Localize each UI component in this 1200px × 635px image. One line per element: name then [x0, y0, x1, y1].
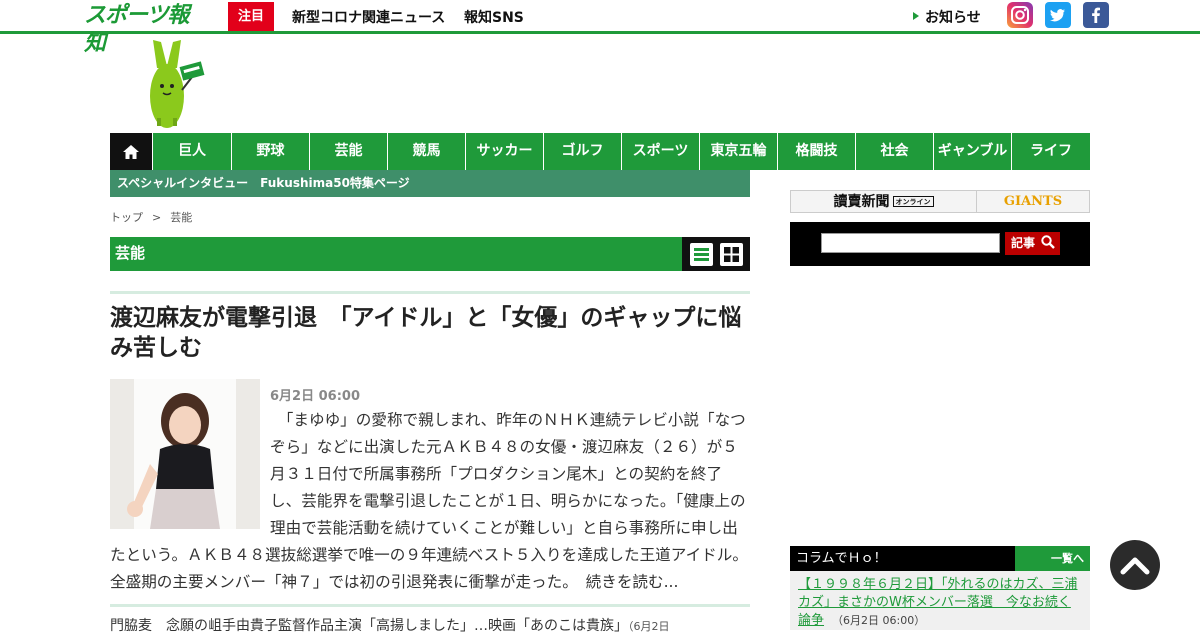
- breadcrumb-current[interactable]: 芸能: [170, 211, 192, 224]
- breadcrumb-top[interactable]: トップ: [110, 211, 143, 224]
- category-title: 芸能: [115, 244, 146, 262]
- triangle-icon: [913, 12, 919, 20]
- article-date: 6月2日 06:00: [270, 389, 360, 404]
- read-more-link[interactable]: 続きを読む...: [586, 573, 679, 591]
- related-article[interactable]: 門脇麦 念願の岨手由貴子監督作品主演「高揚しました」…映画「あのこは貴族」（6月…: [110, 615, 750, 635]
- corona-news-link[interactable]: 新型コロナ関連ニュース: [292, 7, 445, 27]
- notice-label: お知らせ: [925, 10, 981, 26]
- photo-spacer: [110, 407, 270, 529]
- nav-item-entertainment[interactable]: 芸能: [310, 133, 388, 170]
- column-title: コラムでＨｏ！: [796, 551, 887, 566]
- nav-item-soccer[interactable]: サッカー: [466, 133, 544, 170]
- breadcrumb-separator: >: [152, 211, 162, 224]
- nav-item-baseball[interactable]: 野球: [232, 133, 310, 170]
- special-interview-link[interactable]: スペシャルインタビュー Fukushima50特集ページ: [110, 170, 750, 197]
- online-badge: オンライン: [892, 196, 934, 207]
- partner-banner: 讀賣新聞 オンライン GIANTS: [790, 190, 1090, 213]
- instagram-icon[interactable]: [1007, 2, 1033, 28]
- home-button[interactable]: [110, 133, 153, 170]
- column-header: コラムでＨｏ！ 一覧へ: [790, 546, 1090, 571]
- nav-item-giants[interactable]: 巨人: [153, 133, 232, 170]
- column-article-date: （6月2日 06:00）: [832, 614, 926, 627]
- nav-item-life[interactable]: ライフ: [1012, 133, 1090, 170]
- breadcrumb: トップ > 芸能: [110, 209, 192, 225]
- search-input[interactable]: [821, 233, 1000, 253]
- yomiuri-link[interactable]: 讀賣新聞 オンライン: [791, 191, 977, 212]
- article-body: 「まゆゆ」の愛称で親しまれ、昨年のＮＨＫ連続テレビ小説「なつぞら」などに出演した…: [110, 407, 750, 596]
- column-more-link[interactable]: 一覧へ: [1015, 546, 1090, 571]
- column-entry: 【１９９８年６月２日】「外れるのはカズ、三浦カズ」まさかのW杯メンバー落選 今な…: [790, 571, 1090, 630]
- nav-item-golf[interactable]: ゴルフ: [544, 133, 622, 170]
- attention-badge: 注目: [228, 2, 274, 31]
- nav-item-gamble[interactable]: ギャンブル: [934, 133, 1012, 170]
- site-logo[interactable]: スポーツ報知: [84, 2, 209, 56]
- list-icon: [693, 247, 709, 261]
- notice-link[interactable]: お知らせ: [913, 7, 981, 27]
- facebook-icon[interactable]: [1083, 2, 1109, 28]
- mascot-image: [145, 38, 207, 130]
- grid-view-button[interactable]: [719, 242, 743, 266]
- nav-item-sports[interactable]: スポーツ: [622, 133, 700, 170]
- scroll-to-top-button[interactable]: [1110, 540, 1160, 590]
- category-header: 芸能: [110, 237, 750, 271]
- giants-link[interactable]: GIANTS: [977, 191, 1089, 212]
- twitter-icon[interactable]: [1045, 2, 1071, 28]
- view-toggle: [682, 237, 750, 271]
- divider: [110, 604, 750, 607]
- hochi-sns-link[interactable]: 報知SNS: [464, 7, 524, 27]
- main-nav: 巨人 野球 芸能 競馬 サッカー ゴルフ スポーツ 東京五輪 格闘技 社会 ギャ…: [110, 133, 1090, 170]
- home-icon: [123, 144, 139, 159]
- related-article-title[interactable]: 門脇麦 念願の岨手由貴子監督作品主演「高揚しました」…映画「あのこは貴族」: [110, 618, 628, 634]
- article-headline[interactable]: 渡辺麻友が電撃引退 「アイドル」と「女優」のギャップに悩み苦しむ: [110, 303, 750, 363]
- nav-item-society[interactable]: 社会: [856, 133, 934, 170]
- grid-icon: [723, 246, 739, 262]
- yomiuri-label: 讀賣新聞: [833, 194, 890, 210]
- top-bar: スポーツ報知 注目 新型コロナ関連ニュース 報知SNS お知らせ: [0, 0, 1200, 56]
- nav-item-fighting[interactable]: 格闘技: [778, 133, 856, 170]
- nav-item-olympics[interactable]: 東京五輪: [700, 133, 778, 170]
- search-button[interactable]: 記事: [1005, 232, 1060, 255]
- related-article-date: （6月2日: [628, 620, 670, 633]
- list-view-button[interactable]: [689, 242, 713, 266]
- search-icon: [1041, 235, 1056, 249]
- search-button-label: 記事: [1011, 236, 1036, 250]
- divider: [110, 291, 750, 294]
- search-box: 記事: [790, 222, 1090, 266]
- chevron-up-icon: [1120, 557, 1150, 575]
- nav-item-horse-racing[interactable]: 競馬: [388, 133, 466, 170]
